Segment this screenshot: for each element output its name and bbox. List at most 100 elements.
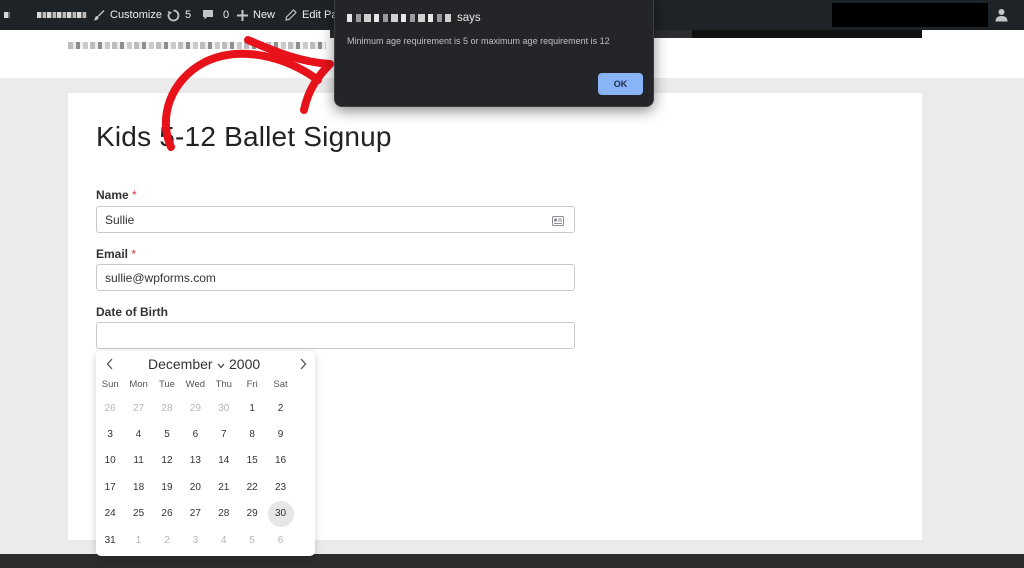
calendar-day[interactable]: 9 (266, 421, 294, 447)
dob-label: Date of Birth (96, 305, 168, 319)
calendar-day[interactable]: 6 (181, 421, 209, 447)
comments-button[interactable]: 0 (202, 0, 229, 30)
calendar-day[interactable]: 5 (238, 527, 266, 553)
weekday-label: Sat (273, 379, 288, 390)
calendar-day[interactable]: 1 (124, 527, 152, 553)
calendar-day[interactable]: 28 (153, 395, 181, 421)
day-number: 29 (246, 508, 258, 520)
calendar-week-row: 31 1 2 3 4 5 6 (96, 527, 315, 553)
email-label: Email * (96, 247, 136, 261)
calendar-day[interactable]: 5 (153, 421, 181, 447)
user-avatar-icon (995, 8, 1008, 22)
day-number: 18 (133, 481, 145, 493)
day-number: 27 (133, 402, 145, 414)
email-field[interactable]: sullie@wpforms.com (96, 264, 575, 291)
calendar-day[interactable]: 8 (238, 421, 266, 447)
redacted-block (832, 3, 988, 27)
redacted-site-url (347, 14, 451, 22)
account-button[interactable] (995, 0, 1008, 30)
year-input[interactable]: 2000 (229, 356, 260, 372)
calendar-day[interactable]: 16 (266, 448, 294, 474)
day-number: 4 (220, 534, 227, 546)
calendar-day[interactable]: 31 (96, 527, 124, 553)
new-content-button[interactable]: New (237, 0, 275, 30)
calendar-day[interactable]: 13 (181, 448, 209, 474)
calendar-day[interactable]: 4 (124, 421, 152, 447)
calendar-day[interactable]: 29 (238, 501, 266, 527)
calendar-day-hovered[interactable]: 30 (266, 500, 294, 527)
name-label-text: Name (96, 188, 129, 202)
day-number: 6 (192, 429, 199, 441)
calendar-day[interactable]: 19 (153, 474, 181, 500)
required-marker: * (131, 247, 137, 261)
calendar-day[interactable]: 21 (210, 474, 238, 500)
day-number: 3 (107, 429, 113, 441)
calendar-day[interactable]: 29 (181, 395, 209, 421)
day-number: 9 (277, 429, 284, 441)
calendar-day[interactable]: 14 (210, 448, 238, 474)
calendar-day[interactable]: 28 (210, 501, 238, 527)
day-number: 7 (220, 429, 227, 441)
contact-card-icon[interactable] (552, 215, 564, 229)
day-number: 30 (267, 500, 294, 527)
calendar-day[interactable]: 10 (96, 448, 124, 474)
prev-month-button[interactable] (103, 357, 117, 371)
calendar-day[interactable]: 6 (266, 527, 294, 553)
day-number: 6 (277, 534, 284, 546)
alert-dialog: says Minimum age requirement is 5 or max… (334, 0, 654, 107)
paintbrush-icon (93, 9, 105, 21)
calendar-day[interactable]: 26 (96, 395, 124, 421)
calendar-day[interactable]: 3 (96, 421, 124, 447)
calendar-day[interactable]: 26 (153, 501, 181, 527)
day-number: 28 (161, 402, 173, 414)
calendar-day[interactable]: 17 (96, 474, 124, 500)
required-marker: * (132, 188, 137, 202)
calendar-day[interactable]: 11 (124, 448, 152, 474)
calendar-day[interactable]: 30 (210, 395, 238, 421)
calendar-day[interactable]: 3 (181, 527, 209, 553)
calendar-day[interactable]: 7 (210, 421, 238, 447)
dob-field[interactable] (96, 322, 575, 349)
name-field-value: Sullie (105, 212, 135, 227)
calendar-day[interactable]: 25 (124, 501, 152, 527)
admin-bar-site-name[interactable] (4, 0, 87, 30)
chevron-right-icon (296, 358, 310, 375)
calendar-day[interactable]: 20 (181, 474, 209, 500)
day-number: 22 (246, 481, 258, 493)
name-field[interactable]: Sullie (96, 206, 575, 233)
comments-count: 0 (223, 9, 230, 21)
day-number: 3 (192, 534, 199, 546)
day-number: 30 (218, 402, 230, 414)
calendar-day[interactable]: 2 (153, 527, 181, 553)
header-bar-dark (692, 30, 922, 38)
calendar-day[interactable]: 1 (238, 395, 266, 421)
day-number: 11 (133, 455, 144, 467)
day-number: 13 (189, 455, 201, 467)
calendar-day[interactable]: 27 (181, 501, 209, 527)
calendar-day[interactable]: 2 (266, 395, 294, 421)
new-label: New (253, 9, 276, 21)
redacted-text (37, 12, 87, 18)
calendar-day[interactable]: 27 (124, 395, 152, 421)
next-month-button[interactable] (296, 357, 310, 371)
refresh-icon (167, 9, 180, 22)
calendar-day[interactable]: 4 (210, 527, 238, 553)
updates-button[interactable]: 5 (167, 0, 191, 30)
month-select[interactable]: December (148, 356, 225, 372)
day-number: 17 (104, 481, 116, 493)
calendar-week-row: 10 11 12 13 14 15 16 (96, 448, 315, 474)
site-footer (0, 554, 1024, 568)
calendar-day[interactable]: 23 (266, 474, 294, 500)
ok-button[interactable]: OK (598, 73, 643, 95)
calendar-day[interactable]: 15 (238, 448, 266, 474)
day-number: 14 (218, 455, 230, 467)
customize-button[interactable]: Customize (93, 0, 162, 30)
calendar-day[interactable]: 22 (238, 474, 266, 500)
calendar-day[interactable]: 12 (153, 448, 181, 474)
updates-count: 5 (185, 9, 192, 21)
day-number: 1 (135, 534, 142, 546)
redacted-text (4, 12, 10, 18)
calendar-day[interactable]: 18 (124, 474, 152, 500)
dialog-message: Minimum age requirement is 5 or maximum … (347, 36, 610, 46)
calendar-day[interactable]: 24 (96, 501, 124, 527)
